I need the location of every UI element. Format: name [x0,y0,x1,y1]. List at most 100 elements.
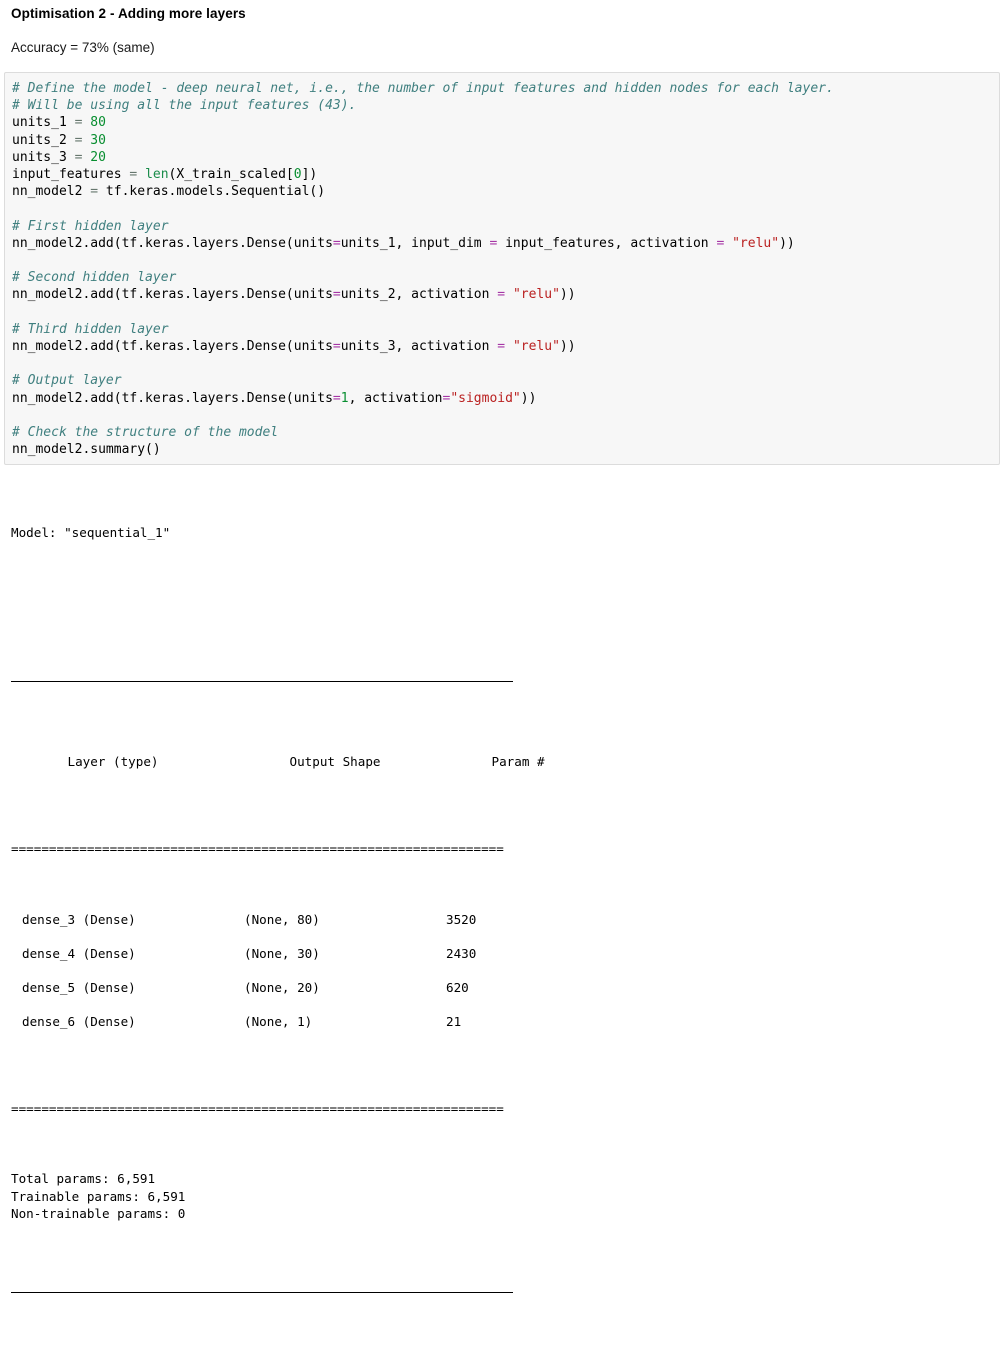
cell-output-shape: (None, 30) [244,945,320,961]
code-token-string: "relu" [512,339,560,355]
code-line: nn_model2 = tf.keras.models.Sequential() [12,183,995,200]
code-token-comment: # Define the model - deep neural net, i.… [12,81,834,96]
code-token-plain: nn_model2.add(tf.keras.layers.Dense(unit… [12,339,333,355]
code-line: # Will be using all the input features (… [12,97,995,114]
summary-equals-rule-top: ========================================… [11,841,504,857]
code-token-plain: input_features [12,167,130,183]
code-token-plain: units_3 [12,149,75,165]
code-token-comment: # Second hidden layer [12,270,177,286]
cell-output-shape: (None, 80) [244,911,320,927]
table-row: dense_3 (Dense) (None, 80) 3520 [11,911,545,945]
code-token-plain: nn_model2.add(tf.keras.layers.Dense(unit… [12,235,333,251]
summary-total-line: Trainable params: 6,591 [11,1188,186,1204]
code-token-plain: input_features, activation [497,235,717,251]
code-token-kwarg: = [497,339,506,355]
code-token-plain: nn_model2.summary() [12,442,161,458]
code-token-comment: # Third hidden layer [12,321,169,337]
code-token-string: "relu" [512,287,560,303]
code-token-kwarg: = [332,235,341,251]
code-token-plain: units_2 [12,132,75,148]
code-token-plain: units_1 [12,115,75,131]
code-line: # Second hidden layer [12,269,995,286]
code-token-plain: ]) [301,167,318,183]
code-token-plain: nn_model2 [12,184,91,200]
table-row: dense_4 (Dense) (None, 30) 2430 [11,945,545,979]
summary-total-line: Non-trainable params: 0 [11,1206,186,1222]
code-line: units_2 = 30 [12,132,995,149]
summary-bottom-rule [11,1276,545,1294]
code-token-plain: units_2, activation [340,287,498,303]
summary-totals: Total params: 6,591 Trainable params: 6,5… [11,1170,545,1223]
code-token-plain: )) [779,235,795,251]
code-token-kwarg: = [332,339,341,355]
code-line: # First hidden layer [12,218,995,235]
column-header-param: Param # [491,753,545,769]
cell-param: 620 [446,979,469,995]
summary-top-rule [11,665,545,683]
code-token-plain: tf.keras.models.Sequential() [98,184,326,200]
code-token-comment: # Check the structure of the model [12,425,279,441]
summary-total-line: Total params: 6,591 [11,1171,156,1186]
code-token-plain: units_3, activation [340,339,498,355]
code-input-cell[interactable]: # Define the model - deep neural net, i.… [4,72,1000,465]
code-token-comment: # Output layer [12,373,122,389]
summary-rows: dense_3 (Dense) (None, 80) 3520 dense_4 (De… [11,911,545,1047]
code-line: units_1 = 80 [12,114,995,131]
table-row: dense_6 (Dense) (None, 1) 21 [11,1013,545,1047]
summary-header-row: Layer (type) Output Shape Param # [11,735,545,788]
code-token-op: = [90,184,99,200]
code-line: units_3 = 20 [12,149,995,166]
code-token-comment: # First hidden layer [12,218,169,234]
code-token-plain: units_1, input_dim [340,235,490,251]
code-token-number: 0 [293,167,302,183]
code-editor-text[interactable]: # Define the model - deep neural net, i.… [12,80,995,458]
code-token-builtin: len [145,167,169,183]
code-line: # Define the model - deep neural net, i.… [12,80,995,97]
cell-param: 3520 [446,911,477,927]
code-line: nn_model2.add(tf.keras.layers.Dense(unit… [12,338,995,355]
code-token-kwarg: = [332,390,341,406]
cell-layer: dense_3 (Dense) [22,911,136,927]
column-header-output-shape: Output Shape [289,753,381,769]
page-title: Optimisation 2 - Adding more layers [11,6,246,21]
code-token-plain: )) [559,339,576,355]
code-token-number: 20 [90,149,106,165]
notebook-page: Optimisation 2 - Adding more layers Accu… [0,0,1006,1294]
code-line: # Output layer [12,372,995,389]
cell-output-area: Model: "sequential_1" Layer (type) Output… [11,471,545,1346]
cell-param: 21 [446,1013,462,1029]
code-line: # Check the structure of the model [12,424,995,441]
cell-layer: dense_5 (Dense) [22,979,136,995]
code-token-plain: nn_model2.add(tf.keras.layers.Dense(unit… [12,287,333,303]
model-title: Model: "sequential_1" [11,524,171,540]
code-token-number: 30 [90,132,106,148]
accuracy-text: Accuracy = 73% (same) [11,40,155,55]
cell-output-shape: (None, 20) [244,979,320,995]
output-spacer [11,594,545,612]
code-token-plain: )) [520,390,537,406]
code-token-comment: # Will be using all the input features (… [12,98,357,114]
code-line: nn_model2.add(tf.keras.layers.Dense(unit… [12,235,995,252]
code-line: input_features = len(X_train_scaled[0]) [12,166,995,183]
summary-equals-rule-bottom: ========================================… [11,1100,504,1116]
code-token-kwarg: = [332,287,341,303]
code-token-plain: (X_train_scaled[ [168,167,294,183]
code-token-number: 1 [340,390,349,406]
cell-output-shape: (None, 1) [244,1013,313,1029]
code-token-string: "sigmoid" [450,390,521,406]
cell-param: 2430 [446,945,477,961]
code-line: nn_model2.summary() [12,441,995,458]
code-token-string: "relu" [732,235,780,251]
code-token-plain: , activation [348,390,443,406]
code-line: nn_model2.add(tf.keras.layers.Dense(unit… [12,286,995,303]
code-line: nn_model2.add(tf.keras.layers.Dense(unit… [12,390,995,407]
